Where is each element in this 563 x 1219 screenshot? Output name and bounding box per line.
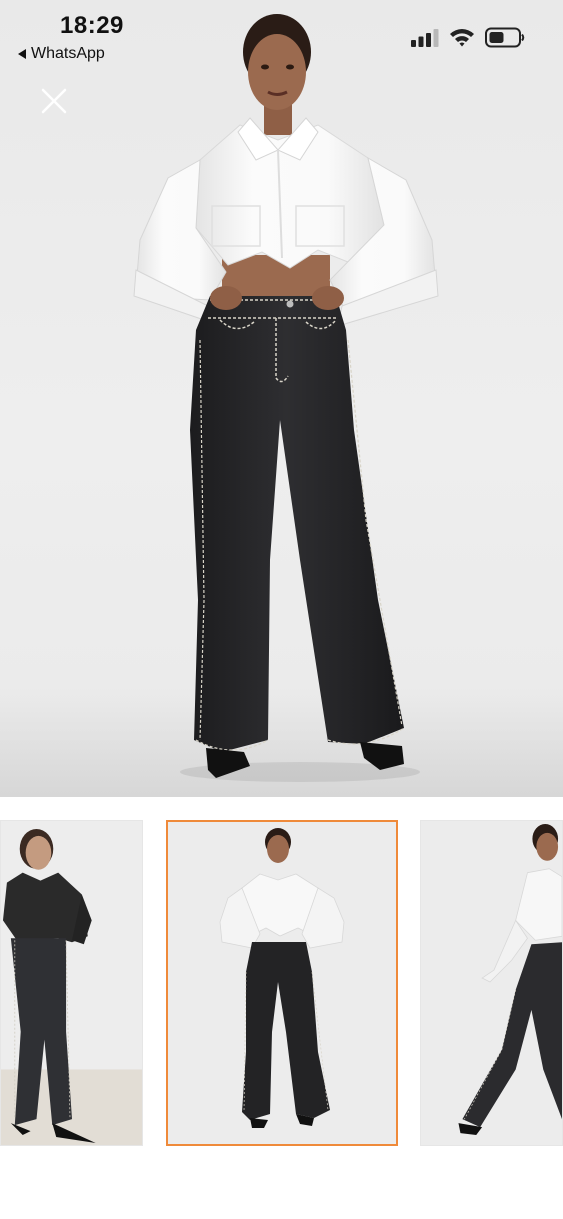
back-arrow-icon [18,49,26,59]
back-to-whatsapp-link[interactable]: WhatsApp [18,45,105,63]
back-label: WhatsApp [31,45,105,62]
close-icon[interactable] [38,85,70,117]
thumbnail-2[interactable] [166,820,398,1146]
main-product-photo [133,14,439,782]
image-viewer[interactable]: 18:29 WhatsApp [0,0,563,797]
thumbnail-3[interactable] [420,820,563,1146]
thumbnail-3-image [421,821,562,1145]
signal-icon [411,29,439,47]
thumbnail-1[interactable] [0,820,143,1146]
status-time: 18:29 [60,12,124,39]
thumbnail-1-image [1,821,142,1145]
battery-icon [485,27,525,48]
status-bar: 18:29 WhatsApp [0,0,563,70]
thumbnail-2-image [168,822,396,1144]
wifi-icon [450,29,474,47]
thumbnail-strip [0,797,563,1219]
